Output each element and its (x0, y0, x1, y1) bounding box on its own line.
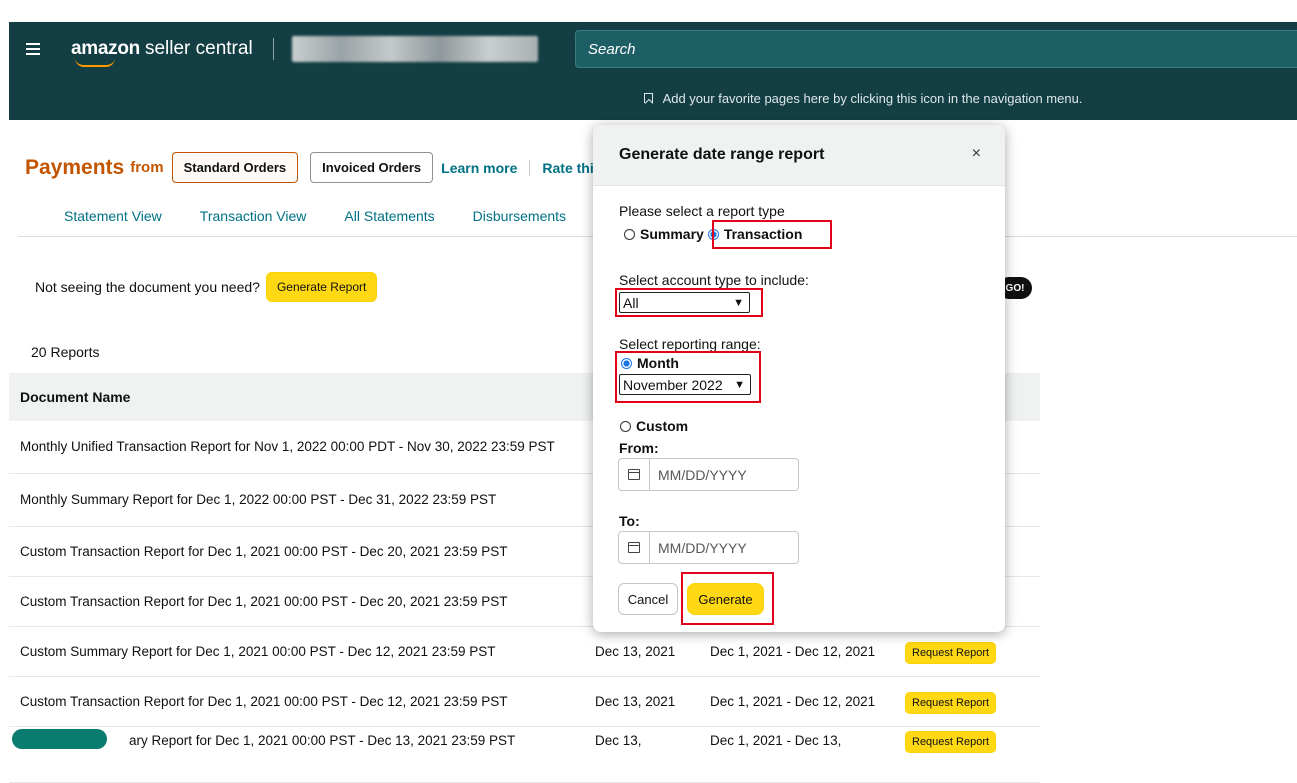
top-strip (0, 0, 1297, 22)
custom-option: Custom (620, 418, 688, 434)
custom-label[interactable]: Custom (636, 418, 688, 434)
logo-product: seller central (144, 38, 253, 59)
favorites-hint: Add your favorite pages here by clicking… (662, 90, 1083, 106)
from-date-placeholder: MM/DD/YYYY (658, 466, 747, 483)
highlight-transaction (712, 220, 832, 249)
hamburger-menu-icon[interactable] (11, 43, 55, 55)
document-name: Custom Transaction Report for Dec 1, 202… (20, 543, 508, 559)
modal-title: Generate date range report (593, 125, 1005, 186)
close-icon[interactable]: × (972, 145, 981, 163)
tab-disbursements[interactable]: Disbursements (473, 208, 566, 224)
report-range: Dec 1, 2021 - Dec 13, (710, 733, 842, 748)
header-divider (272, 38, 274, 60)
bookmark-icon (643, 93, 653, 103)
payments-header: Payments from Standard Orders Invoiced O… (25, 152, 602, 183)
highlight-month (615, 351, 761, 403)
table-row: Custom Summary Report for Dec 1, 2021 00… (9, 627, 1040, 677)
page-title: Payments (25, 155, 125, 179)
amazon-seller-central-logo[interactable]: amazon seller central (71, 38, 253, 67)
report-range: Dec 1, 2021 - Dec 12, 2021 (710, 643, 876, 659)
request-report-button[interactable]: Request Report (905, 692, 997, 714)
tab-all-statements[interactable]: All Statements (344, 208, 434, 224)
link-separator (529, 159, 531, 176)
document-name: Monthly Summary Report for Dec 1, 2022 0… (20, 492, 497, 507)
standard-orders-button[interactable]: Standard Orders (171, 152, 299, 183)
learn-more-link[interactable]: Learn more (441, 160, 517, 176)
logo-brand: amazon (71, 38, 140, 59)
from-label: From: (619, 440, 659, 456)
to-date-field[interactable]: MM/DD/YYYY (618, 531, 799, 564)
generate-report-button[interactable]: Generate Report (265, 272, 378, 302)
document-name: Custom Transaction Report for Dec 1, 202… (20, 593, 508, 609)
chat-widget-button[interactable] (12, 729, 107, 749)
amazon-smile-icon (75, 58, 115, 67)
tab-statement-view[interactable]: Statement View (64, 208, 162, 224)
document-name: Custom Summary Report for Dec 1, 2021 00… (20, 643, 496, 659)
highlight-account-type (615, 288, 763, 317)
request-report-button[interactable]: Request Report (905, 642, 997, 664)
custom-radio[interactable] (620, 421, 631, 432)
document-name: Custom Transaction Report for Dec 1, 202… (20, 693, 508, 709)
payments-from-label: from (130, 159, 164, 176)
top-navigation-bar: amazon seller central Search (9, 22, 1297, 76)
document-name: Monthly Unified Transaction Report for N… (20, 439, 555, 454)
column-document-name: Document Name (20, 389, 131, 405)
report-range: Dec 1, 2021 - Dec 12, 2021 (710, 693, 876, 709)
favorites-bar: Add your favorite pages here by clicking… (9, 76, 1297, 120)
to-label: To: (619, 513, 640, 529)
invoiced-orders-button[interactable]: Invoiced Orders (310, 152, 434, 183)
summary-radio[interactable] (624, 228, 635, 240)
table-row: ary Report for Dec 1, 2021 00:00 PST - D… (9, 727, 1040, 783)
account-type-label: Select account type to include: (619, 272, 809, 288)
payments-subtabs: Statement View Transaction View All Stat… (64, 208, 566, 224)
not-seeing-text: Not seeing the document you need? (35, 279, 260, 295)
request-report-button[interactable]: Request Report (905, 731, 997, 753)
account-switcher-blurred[interactable] (291, 36, 538, 62)
reports-count: 20 Reports (31, 344, 100, 360)
calendar-icon (628, 542, 640, 553)
reporting-range-label: Select reporting range: (619, 336, 761, 352)
tab-transaction-view[interactable]: Transaction View (200, 208, 307, 224)
calendar-icon (628, 469, 640, 480)
table-row: Custom Transaction Report for Dec 1, 202… (9, 677, 1040, 727)
from-date-field[interactable]: MM/DD/YYYY (618, 458, 799, 491)
search-input[interactable]: Search (575, 30, 1297, 68)
report-type-label: Please select a report type (619, 203, 785, 219)
summary-label[interactable]: Summary (640, 226, 704, 242)
highlight-generate (681, 572, 774, 625)
report-date: Dec 13, (595, 733, 642, 748)
generate-date-range-report-modal: Generate date range report × Please sele… (593, 125, 1005, 632)
generate-report-prompt: Not seeing the document you need? Genera… (35, 272, 378, 302)
report-date: Dec 13, 2021 (595, 643, 676, 659)
report-date: Dec 13, 2021 (595, 693, 676, 709)
cancel-button[interactable]: Cancel (618, 583, 678, 615)
to-date-placeholder: MM/DD/YYYY (658, 539, 747, 556)
